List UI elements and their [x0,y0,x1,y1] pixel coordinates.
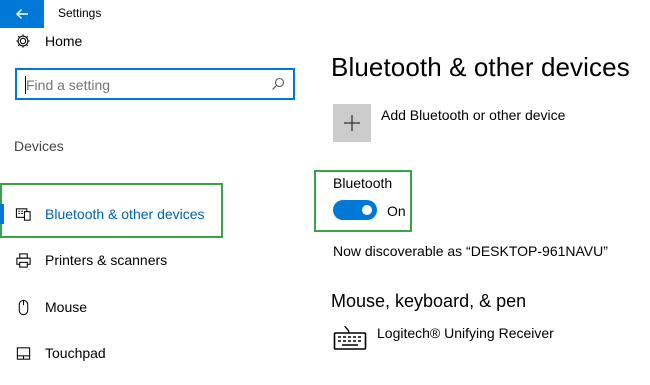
back-arrow-icon [16,9,28,19]
bluetooth-toggle[interactable] [333,200,377,220]
plus-icon [344,115,360,131]
add-device-button[interactable] [333,104,371,142]
sidebar-item-mouse[interactable]: Mouse [0,287,300,327]
add-device-label[interactable]: Add Bluetooth or other device [381,107,565,123]
touchpad-icon [14,344,32,362]
search-placeholder: Find a setting [26,77,111,93]
gear-icon [14,32,32,50]
sidebar-item-label: Mouse [45,299,88,315]
sidebar-item-label: Bluetooth & other devices [45,206,205,222]
sidebar-item-printers[interactable]: Printers & scanners [0,240,300,280]
sidebar-item-bluetooth[interactable]: Bluetooth & other devices [0,194,300,234]
page-title: Bluetooth & other devices [331,52,630,82]
device-label: Logitech® Unifying Receiver [377,325,554,341]
devices-group-header: Devices [14,138,64,154]
sidebar-item-touchpad[interactable]: Touchpad [0,333,300,373]
sidebar-item-label: Printers & scanners [45,252,168,268]
bluetooth-label: Bluetooth [333,175,393,191]
toggle-knob [362,205,372,215]
search-icon [272,77,285,90]
sidebar-item-label: Touchpad [45,345,106,361]
title-bar: Settings [0,0,650,28]
back-button[interactable] [0,0,44,28]
home-label: Home [45,33,83,49]
discoverable-status: Now discoverable as “DESKTOP-961NAVU” [333,243,608,259]
toggle-state-label: On [387,203,406,219]
mouse-icon [14,298,32,316]
window-title: Settings [58,6,102,20]
sidebar-home[interactable]: Home [14,32,82,50]
section-header: Mouse, keyboard, & pen [331,291,527,311]
printer-icon [14,251,32,269]
keyboard-icon [333,325,367,350]
active-indicator [0,204,4,224]
bluetooth-devices-icon [14,205,32,223]
search-input[interactable]: Find a setting [15,68,295,100]
